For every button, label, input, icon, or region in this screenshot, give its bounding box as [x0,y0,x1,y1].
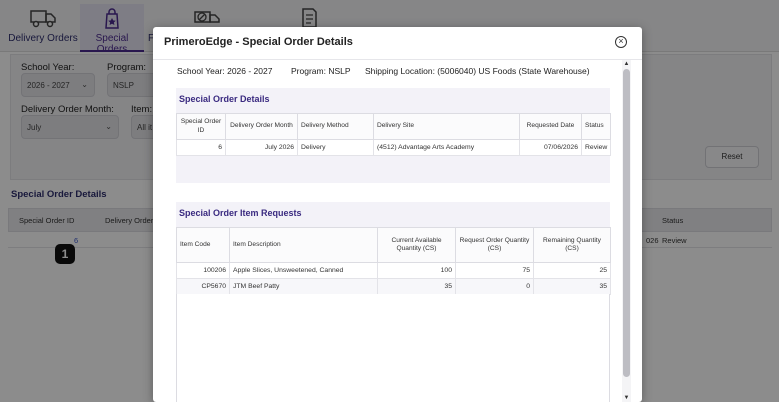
details-table: Special Order ID Delivery Order Month De… [176,113,611,156]
column-header[interactable]: Remaining Quantity (CS) [533,227,611,263]
shipping-location-info: Shipping Location: (5006040) US Foods (S… [365,66,590,76]
scroll-down-arrow-icon[interactable]: ▼ [623,394,630,402]
column-header[interactable]: Delivery Order Month [225,113,298,140]
item-code: CP5670 [176,278,230,295]
modal-content: School Year: 2026 - 2027 Program: NSLP S… [153,60,642,402]
table-row: 100206 Apple Slices, Unsweetened, Canned… [176,262,611,279]
modal-scrollbar[interactable]: ▲ ▼ [622,60,631,402]
scrollbar-thumb[interactable] [623,69,630,377]
table-row: CP5670 JTM Beef Patty 35 0 35 [176,278,611,295]
delivery-site: (4512) Advantage Arts Academy [373,139,520,156]
school-year-info: School Year: 2026 - 2027 [177,66,273,76]
column-header[interactable]: Item Description [229,227,378,263]
column-header[interactable]: Item Code [176,227,230,263]
remaining-quantity: 25 [533,262,611,279]
details-section-title: Special Order Details [179,94,270,104]
request-order-quantity: 75 [455,262,534,279]
table-header-row: Item Code Item Description Current Avail… [176,227,611,263]
special-order-details-modal: PrimeroEdge - Special Order Details × Sc… [153,27,642,402]
item-requests-empty-area [176,294,610,402]
column-header[interactable]: Special Order ID [176,113,226,140]
program-info: Program: NSLP [291,66,351,76]
delivery-order-month: July 2026 [225,139,298,156]
status: Review [581,139,611,156]
item-requests-title: Special Order Item Requests [179,208,302,218]
request-order-quantity: 0 [455,278,534,295]
current-available-quantity: 35 [377,278,456,295]
column-header[interactable]: Delivery Site [373,113,520,140]
table-row: 6 July 2026 Delivery (4512) Advantage Ar… [176,139,611,156]
remaining-quantity: 35 [533,278,611,295]
scroll-up-arrow-icon[interactable]: ▲ [623,60,630,68]
table-header-row: Special Order ID Delivery Order Month De… [176,113,611,140]
column-header[interactable]: Delivery Method [297,113,374,140]
column-header[interactable]: Requested Date [519,113,582,140]
item-description: JTM Beef Patty [229,278,378,295]
special-order-id: 6 [176,139,226,156]
current-available-quantity: 100 [377,262,456,279]
item-requests-section: Special Order Item Requests [176,202,610,227]
modal-title: PrimeroEdge - Special Order Details [164,36,353,48]
item-code: 100206 [176,262,230,279]
close-icon[interactable]: × [615,36,627,48]
column-header[interactable]: Current Available Quantity (CS) [377,227,456,263]
item-requests-table: Item Code Item Description Current Avail… [176,227,611,295]
column-header[interactable]: Request Order Quantity (CS) [455,227,534,263]
delivery-method: Delivery [297,139,374,156]
requested-date: 07/06/2026 [519,139,582,156]
item-description: Apple Slices, Unsweetened, Canned [229,262,378,279]
column-header[interactable]: Status [581,113,611,140]
